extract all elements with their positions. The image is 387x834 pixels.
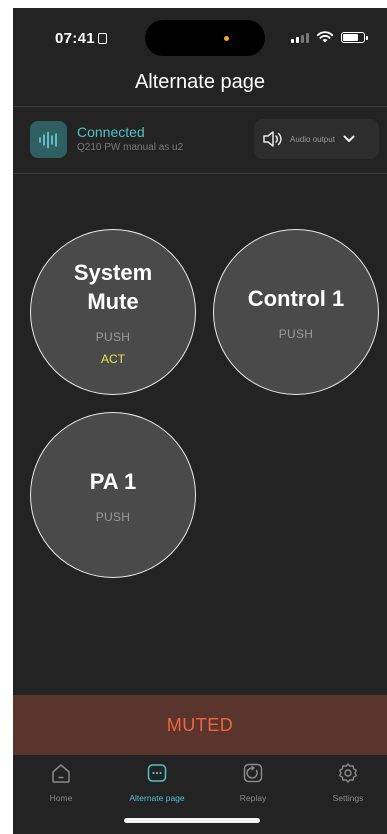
- button-mode: PUSH: [278, 326, 314, 341]
- chevron-down-icon: [343, 135, 355, 142]
- audio-output-label: Audio output: [290, 134, 335, 144]
- button-state: ACT: [101, 352, 125, 366]
- gear-icon: [336, 761, 360, 785]
- button-label: PA 1: [89, 468, 137, 494]
- button-mode: PUSH: [95, 509, 131, 524]
- status-time-text: 07:41: [55, 30, 95, 47]
- tab-label: Replay: [239, 793, 267, 803]
- speaker-icon: [263, 131, 282, 147]
- battery-icon: [341, 31, 368, 43]
- button-label: System Mute: [73, 260, 153, 314]
- tab-label: Home: [49, 793, 73, 803]
- status-icons: [291, 30, 368, 44]
- tab-label: Alternate page: [129, 793, 185, 803]
- page-title: Alternate page: [134, 71, 266, 93]
- audio-output-button[interactable]: Audio output: [254, 119, 379, 159]
- waveform-icon: [30, 121, 67, 158]
- tab-settings[interactable]: Settings: [303, 761, 387, 803]
- connection-status: Connected: [77, 124, 145, 140]
- header-divider: [13, 106, 387, 107]
- dynamic-island: [145, 20, 265, 56]
- home-icon: [49, 761, 73, 785]
- tab-alternate-page[interactable]: Alternate page: [112, 761, 202, 803]
- muted-label: MUTED: [166, 714, 234, 735]
- control-1-button[interactable]: Control 1 PUSH: [213, 229, 379, 395]
- pa-1-button[interactable]: PA 1 PUSH: [30, 412, 196, 578]
- button-label: Control 1: [247, 285, 345, 311]
- connection-divider: [13, 173, 387, 174]
- privacy-dot-icon: [224, 36, 229, 41]
- muted-status-bar[interactable]: MUTED: [13, 695, 387, 755]
- wifi-icon: [316, 31, 334, 43]
- phone-screen: 07:41 Alternate page Connected Q210 PW m…: [13, 8, 387, 834]
- tab-home[interactable]: Home: [16, 761, 106, 803]
- home-indicator[interactable]: [124, 818, 260, 823]
- system-mute-button[interactable]: System Mute PUSH ACT: [30, 229, 196, 395]
- tab-replay[interactable]: Replay: [208, 761, 298, 803]
- status-time: 07:41: [55, 30, 107, 47]
- sim-badge-icon: [97, 33, 107, 44]
- button-mode: PUSH: [95, 330, 131, 344]
- tab-label: Settings: [332, 793, 364, 803]
- connected-device-name: Q210 PW manual as u2: [77, 142, 184, 153]
- alternate-page-icon: [145, 761, 169, 785]
- signal-icon: [291, 32, 309, 43]
- replay-icon: [241, 761, 265, 785]
